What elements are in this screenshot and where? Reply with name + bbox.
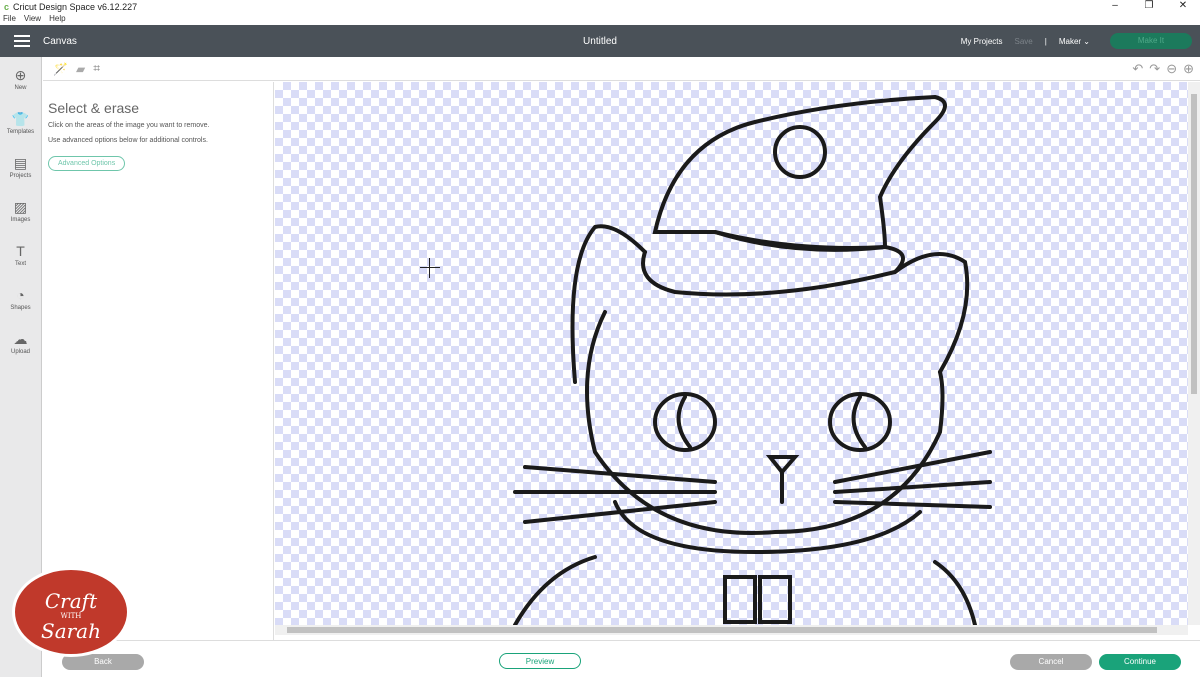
menu-file[interactable]: File (3, 14, 16, 25)
cat-witch-image (513, 94, 992, 625)
vertical-scrollbar[interactable] (1188, 82, 1200, 625)
my-projects-link[interactable]: My Projects (961, 37, 1003, 46)
window-title: Cricut Design Space v6.12.227 (13, 2, 138, 12)
app-logo-icon: c (4, 2, 10, 12)
shapes-icon: ◔ (16, 287, 25, 303)
sidebar-item-new[interactable]: ⊕ New (0, 57, 41, 101)
text-icon: T (16, 243, 25, 259)
menu-view[interactable]: View (24, 14, 41, 25)
window-titlebar: c Cricut Design Space v6.12.227 – ❐ ✕ (0, 0, 1200, 14)
close-button[interactable]: ✕ (1166, 0, 1200, 11)
advanced-options-button[interactable]: Advanced Options (48, 156, 126, 171)
craft-with-sarah-logo: Craft WITH Sarah (12, 567, 130, 657)
machine-select[interactable]: Maker ⌄ (1059, 37, 1090, 46)
zoom-out-icon[interactable]: ⊖ (1166, 61, 1177, 77)
zoom-in-icon[interactable]: ⊕ (1183, 61, 1194, 77)
redo-icon[interactable]: ↷ (1149, 61, 1160, 77)
crop-icon[interactable]: ⌗ (93, 61, 100, 76)
menu-help[interactable]: Help (49, 14, 65, 25)
save-button[interactable]: Save (1015, 37, 1033, 46)
header-separator: | (1044, 36, 1047, 46)
restore-button[interactable]: ❐ (1132, 0, 1166, 11)
sidebar-item-text[interactable]: T Text (0, 233, 41, 277)
sidebar-item-images[interactable]: ▨ Images (0, 189, 41, 233)
minimize-button[interactable]: – (1098, 0, 1132, 11)
app-header: Canvas Untitled My Projects Save | Maker… (0, 25, 1200, 57)
plus-circle-icon: ⊕ (14, 67, 27, 83)
machine-label: Maker (1058, 36, 1082, 46)
sidebar-label: Templates (6, 129, 35, 135)
panel-instruction-2: Use advanced options below for additiona… (48, 137, 208, 144)
cancel-button[interactable]: Cancel (1010, 654, 1092, 670)
sidebar-item-templates[interactable]: 👕 Templates (0, 101, 41, 145)
crosshair-cursor (420, 258, 440, 278)
sidebar-item-upload[interactable]: ☁ Upload (0, 321, 41, 365)
chevron-down-icon: ⌄ (1083, 36, 1090, 46)
sidebar-item-shapes[interactable]: ◔ Shapes (0, 277, 41, 321)
select-erase-panel: Select & erase Click on the areas of the… (43, 82, 274, 640)
sidebar-label: New (14, 85, 27, 91)
sidebar-item-projects[interactable]: ▤ Projects (0, 145, 41, 189)
eraser-icon[interactable]: ▰ (76, 62, 85, 76)
sidebar-label: Text (14, 261, 26, 267)
sidebar-label: Projects (9, 173, 32, 179)
shirt-icon: 👕 (11, 111, 30, 127)
image-icon: ▨ (13, 199, 28, 215)
magic-wand-icon[interactable]: 🪄 (53, 62, 68, 76)
preview-button[interactable]: Preview (499, 653, 581, 669)
make-it-button[interactable]: Make It (1110, 33, 1192, 49)
brand-line1: Craft (44, 589, 98, 613)
edit-toolbar: 🪄 ▰ ⌗ ↶ ↷ ⊖ ⊕ (43, 57, 1200, 81)
undo-icon[interactable]: ↶ (1132, 61, 1143, 77)
continue-button[interactable]: Continue (1099, 654, 1181, 670)
sidebar-label: Images (10, 217, 31, 223)
sidebar-label: Upload (10, 349, 30, 355)
footer-bar: Back Preview Cancel Continue (43, 640, 1200, 677)
horizontal-scrollbar[interactable] (275, 625, 1188, 635)
image-canvas[interactable] (275, 82, 1188, 625)
panel-instruction-1: Click on the areas of the image you want… (48, 122, 210, 129)
brand-line2: Sarah (41, 619, 101, 643)
sidebar-label: Shapes (10, 305, 31, 311)
panel-title: Select & erase (48, 100, 140, 116)
section-title: Canvas (43, 35, 77, 47)
notebook-icon: ▤ (13, 155, 28, 171)
cloud-upload-icon: ☁ (13, 331, 28, 347)
hamburger-menu-icon[interactable] (14, 35, 30, 47)
menu-bar: File View Help (0, 14, 66, 25)
